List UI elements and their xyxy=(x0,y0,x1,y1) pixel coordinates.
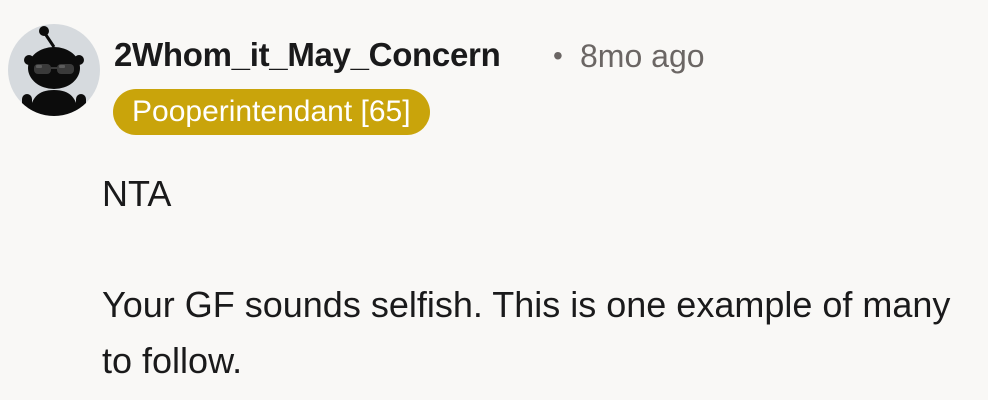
meta-separator: • xyxy=(553,40,563,71)
comment-verdict: NTA xyxy=(102,173,172,214)
comment-paragraph: Your GF sounds selfish. This is one exam… xyxy=(102,284,951,381)
comment-author[interactable]: 2Whom_it_May_Concern xyxy=(114,36,501,74)
comment: 2Whom_it_May_Concern • 8mo ago Pooperint… xyxy=(0,0,988,400)
avatar-icon[interactable] xyxy=(8,24,100,116)
user-flair-badge: Pooperintendant [65] xyxy=(113,89,430,135)
comment-timestamp[interactable]: 8mo ago xyxy=(580,38,705,75)
snoo-avatar-sunglasses-icon xyxy=(8,24,100,116)
